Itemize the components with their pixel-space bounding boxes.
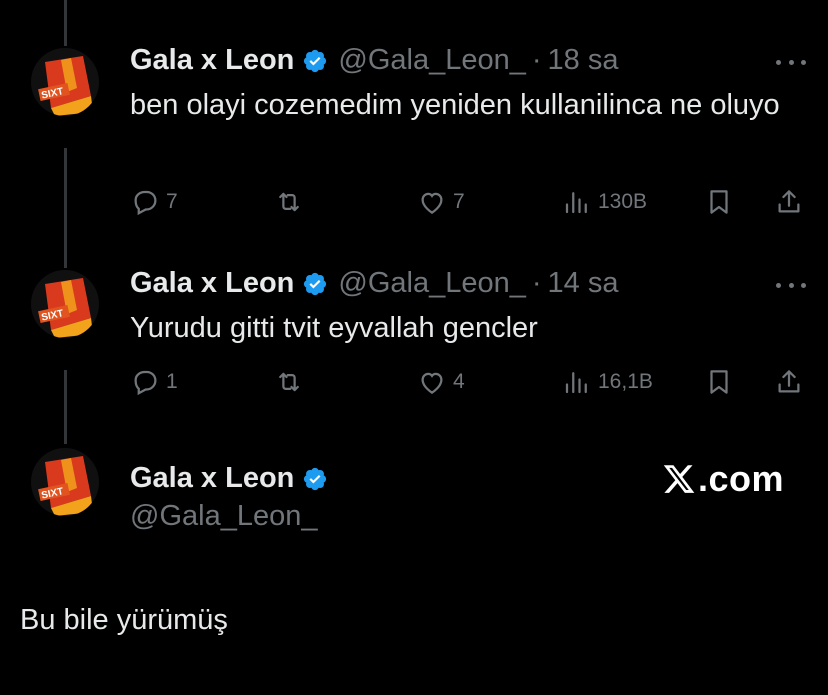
views-chart-icon [565, 192, 587, 214]
bookmark-button[interactable] [704, 184, 734, 220]
tweet-text: Yurudu gitti tvit eyvallah gencler [130, 312, 538, 344]
reply-button[interactable]: 7 [130, 184, 178, 220]
x-watermark: .com [662, 458, 784, 500]
tweet-actions: 1 4 16,1B [0, 364, 828, 400]
display-name[interactable]: Gala x Leon [130, 267, 294, 300]
more-options-icon[interactable] [776, 275, 806, 295]
reply-icon [134, 370, 157, 396]
caption-text: Bu bile yürümüş [20, 604, 228, 636]
handle[interactable]: @Gala_Leon_ [338, 44, 525, 77]
tweet-actions: 7 7 130B [0, 184, 828, 220]
avatar[interactable]: SIXT [31, 48, 99, 116]
reply-icon [134, 190, 157, 216]
share-button[interactable] [774, 364, 804, 400]
timestamp[interactable]: 14 sa [548, 267, 619, 300]
tweet-header: Gala x Leon @Gala_Leon_ · 18 sa [130, 44, 618, 77]
handle[interactable]: @Gala_Leon_ [338, 267, 525, 300]
reply-count: 7 [166, 190, 178, 213]
retweet-button[interactable] [274, 184, 310, 220]
separator-dot: · [531, 267, 542, 299]
timestamp[interactable]: 18 sa [548, 44, 619, 77]
verified-badge-icon [302, 48, 328, 74]
tweet-text: ben olayi cozemedim yeniden kullanilinca… [130, 89, 780, 121]
views-count: 16,1B [598, 370, 653, 393]
bookmark-icon [710, 370, 728, 394]
avatar[interactable]: SIXT [31, 270, 99, 338]
handle[interactable]: @Gala_Leon_ [130, 500, 317, 533]
display-name[interactable]: Gala x Leon [130, 44, 294, 77]
retweet-icon [279, 192, 299, 212]
tweet-header: Gala x Leon @Gala_Leon_ · 14 sa [130, 267, 618, 300]
display-name[interactable]: Gala x Leon [130, 462, 294, 495]
views-chart-icon [565, 372, 587, 394]
heart-icon [421, 372, 443, 394]
heart-icon [421, 192, 443, 214]
thread-line-top [64, 0, 67, 46]
bookmark-icon [710, 190, 728, 214]
like-button[interactable]: 4 [417, 364, 465, 400]
more-options-icon[interactable] [776, 52, 806, 72]
like-count: 4 [453, 370, 465, 393]
share-icon [778, 370, 800, 393]
avatar[interactable]: SIXT [31, 448, 99, 516]
views-button[interactable]: 16,1B [562, 364, 653, 400]
verified-badge-icon [302, 271, 328, 297]
bookmark-button[interactable] [704, 364, 734, 400]
reply-button[interactable]: 1 [130, 364, 178, 400]
share-icon [778, 190, 800, 213]
verified-badge-icon [302, 466, 328, 492]
profile-name-row: Gala x Leon [130, 462, 338, 495]
watermark-text: .com [698, 458, 785, 499]
views-count: 130B [598, 190, 648, 213]
reply-count: 1 [166, 370, 178, 393]
views-button[interactable]: 130B [562, 184, 647, 220]
share-button[interactable] [774, 184, 804, 220]
like-button[interactable]: 7 [417, 184, 465, 220]
separator-dot: · [531, 44, 542, 76]
retweet-icon [279, 372, 299, 392]
like-count: 7 [453, 190, 465, 213]
x-logo-icon [663, 465, 695, 493]
retweet-button[interactable] [274, 364, 310, 400]
